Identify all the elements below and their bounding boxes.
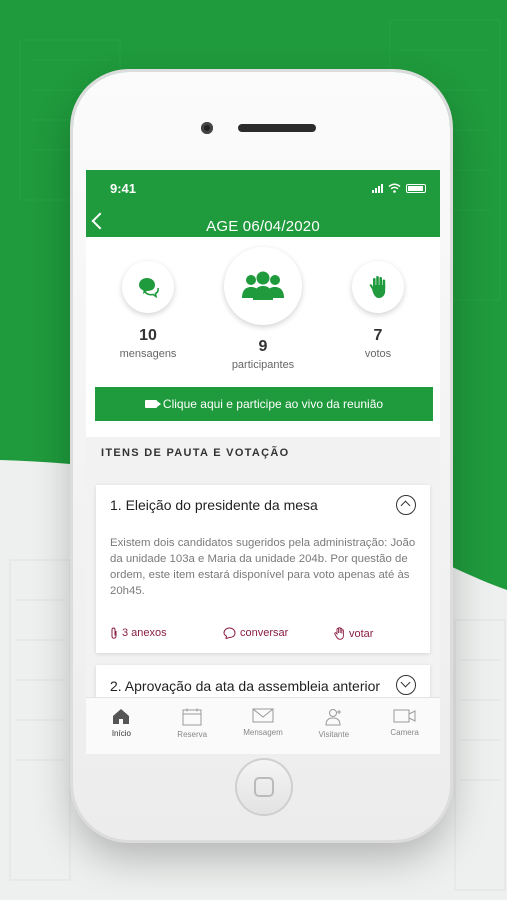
- status-time: 9:41: [110, 181, 137, 196]
- wifi-icon: [388, 183, 401, 193]
- meeting-title: AGE 06/04/2020: [206, 218, 320, 235]
- messages-count: 10: [139, 327, 157, 344]
- tab-label: Mensagem: [243, 728, 283, 737]
- home-button-square: [254, 777, 274, 797]
- votes-stat-button[interactable]: [352, 261, 404, 313]
- video-icon: [144, 400, 161, 408]
- tab-label: Camera: [390, 728, 419, 737]
- agenda-item-title: 2. Aprovação da ata da assembleia anteri…: [110, 678, 381, 694]
- envelope-icon: [252, 708, 274, 723]
- tab-mensagem[interactable]: Mensagem: [228, 698, 299, 754]
- chat-link[interactable]: conversar: [223, 627, 288, 639]
- paperclip-icon: [111, 627, 117, 639]
- tab-label: Reserva: [177, 730, 208, 739]
- bottom-tab-bar: Início Reserva Mensagem Visitante Camera: [86, 697, 440, 754]
- hand-outline-icon: [334, 627, 344, 640]
- tab-label: Início: [111, 729, 131, 738]
- status-icons: [372, 183, 426, 193]
- chat-label: conversar: [240, 627, 289, 639]
- join-live-label: Clique aqui e participe ao vivo da reuni…: [162, 397, 384, 411]
- stats-panel: 10 mensagens 9 participantes 7 votos Cli…: [86, 237, 440, 437]
- chat-bubble-icon: [223, 627, 236, 639]
- app-screen: 9:41 AGE 06/04/2020 10 mensagens 9 parti…: [86, 170, 440, 754]
- expand-icon[interactable]: [396, 675, 416, 695]
- votes-label: votos: [364, 348, 392, 360]
- camera-icon: [393, 709, 416, 723]
- people-icon: [242, 271, 284, 300]
- visitor-icon: [325, 709, 341, 726]
- tab-inicio[interactable]: Início: [86, 698, 157, 754]
- hand-icon: [369, 276, 386, 298]
- tab-visitante[interactable]: Visitante: [298, 698, 369, 754]
- vote-link[interactable]: votar: [334, 627, 373, 640]
- signal-icon: [372, 183, 383, 193]
- votes-count: 7: [373, 327, 383, 344]
- messages-label: mensagens: [119, 348, 177, 360]
- tab-label: Visitante: [318, 730, 350, 739]
- chat-icon: [139, 278, 159, 298]
- calendar-icon: [182, 708, 202, 726]
- participants-count: 9: [258, 338, 268, 355]
- agenda-item-title: 1. Eleição do presidente da mesa: [110, 497, 318, 513]
- home-icon: [113, 709, 130, 724]
- home-button[interactable]: [235, 758, 293, 816]
- tab-reserva[interactable]: Reserva: [157, 698, 228, 754]
- messages-stat-button[interactable]: [122, 261, 174, 313]
- tab-camera[interactable]: Camera: [369, 698, 440, 754]
- app-header: 9:41 AGE 06/04/2020: [86, 170, 440, 237]
- speaker-grille: [238, 124, 316, 132]
- front-camera: [201, 122, 213, 134]
- participants-label: participantes: [231, 359, 295, 371]
- vote-label: votar: [349, 627, 374, 640]
- battery-icon: [406, 183, 426, 193]
- attachments-link[interactable]: 3 anexos: [110, 627, 167, 639]
- attachments-label: 3 anexos: [122, 627, 167, 639]
- join-live-button[interactable]: Clique aqui e participe ao vivo da reuni…: [95, 387, 433, 421]
- agenda-item-card: 1. Eleição do presidente da mesa Existem…: [96, 485, 430, 653]
- section-title: ITENS DE PAUTA E VOTAÇÃO: [101, 447, 290, 459]
- agenda-item-description: Existem dois candidatos sugeridos pela a…: [110, 537, 416, 597]
- participants-stat-button[interactable]: [224, 247, 302, 325]
- collapse-icon[interactable]: [396, 495, 416, 515]
